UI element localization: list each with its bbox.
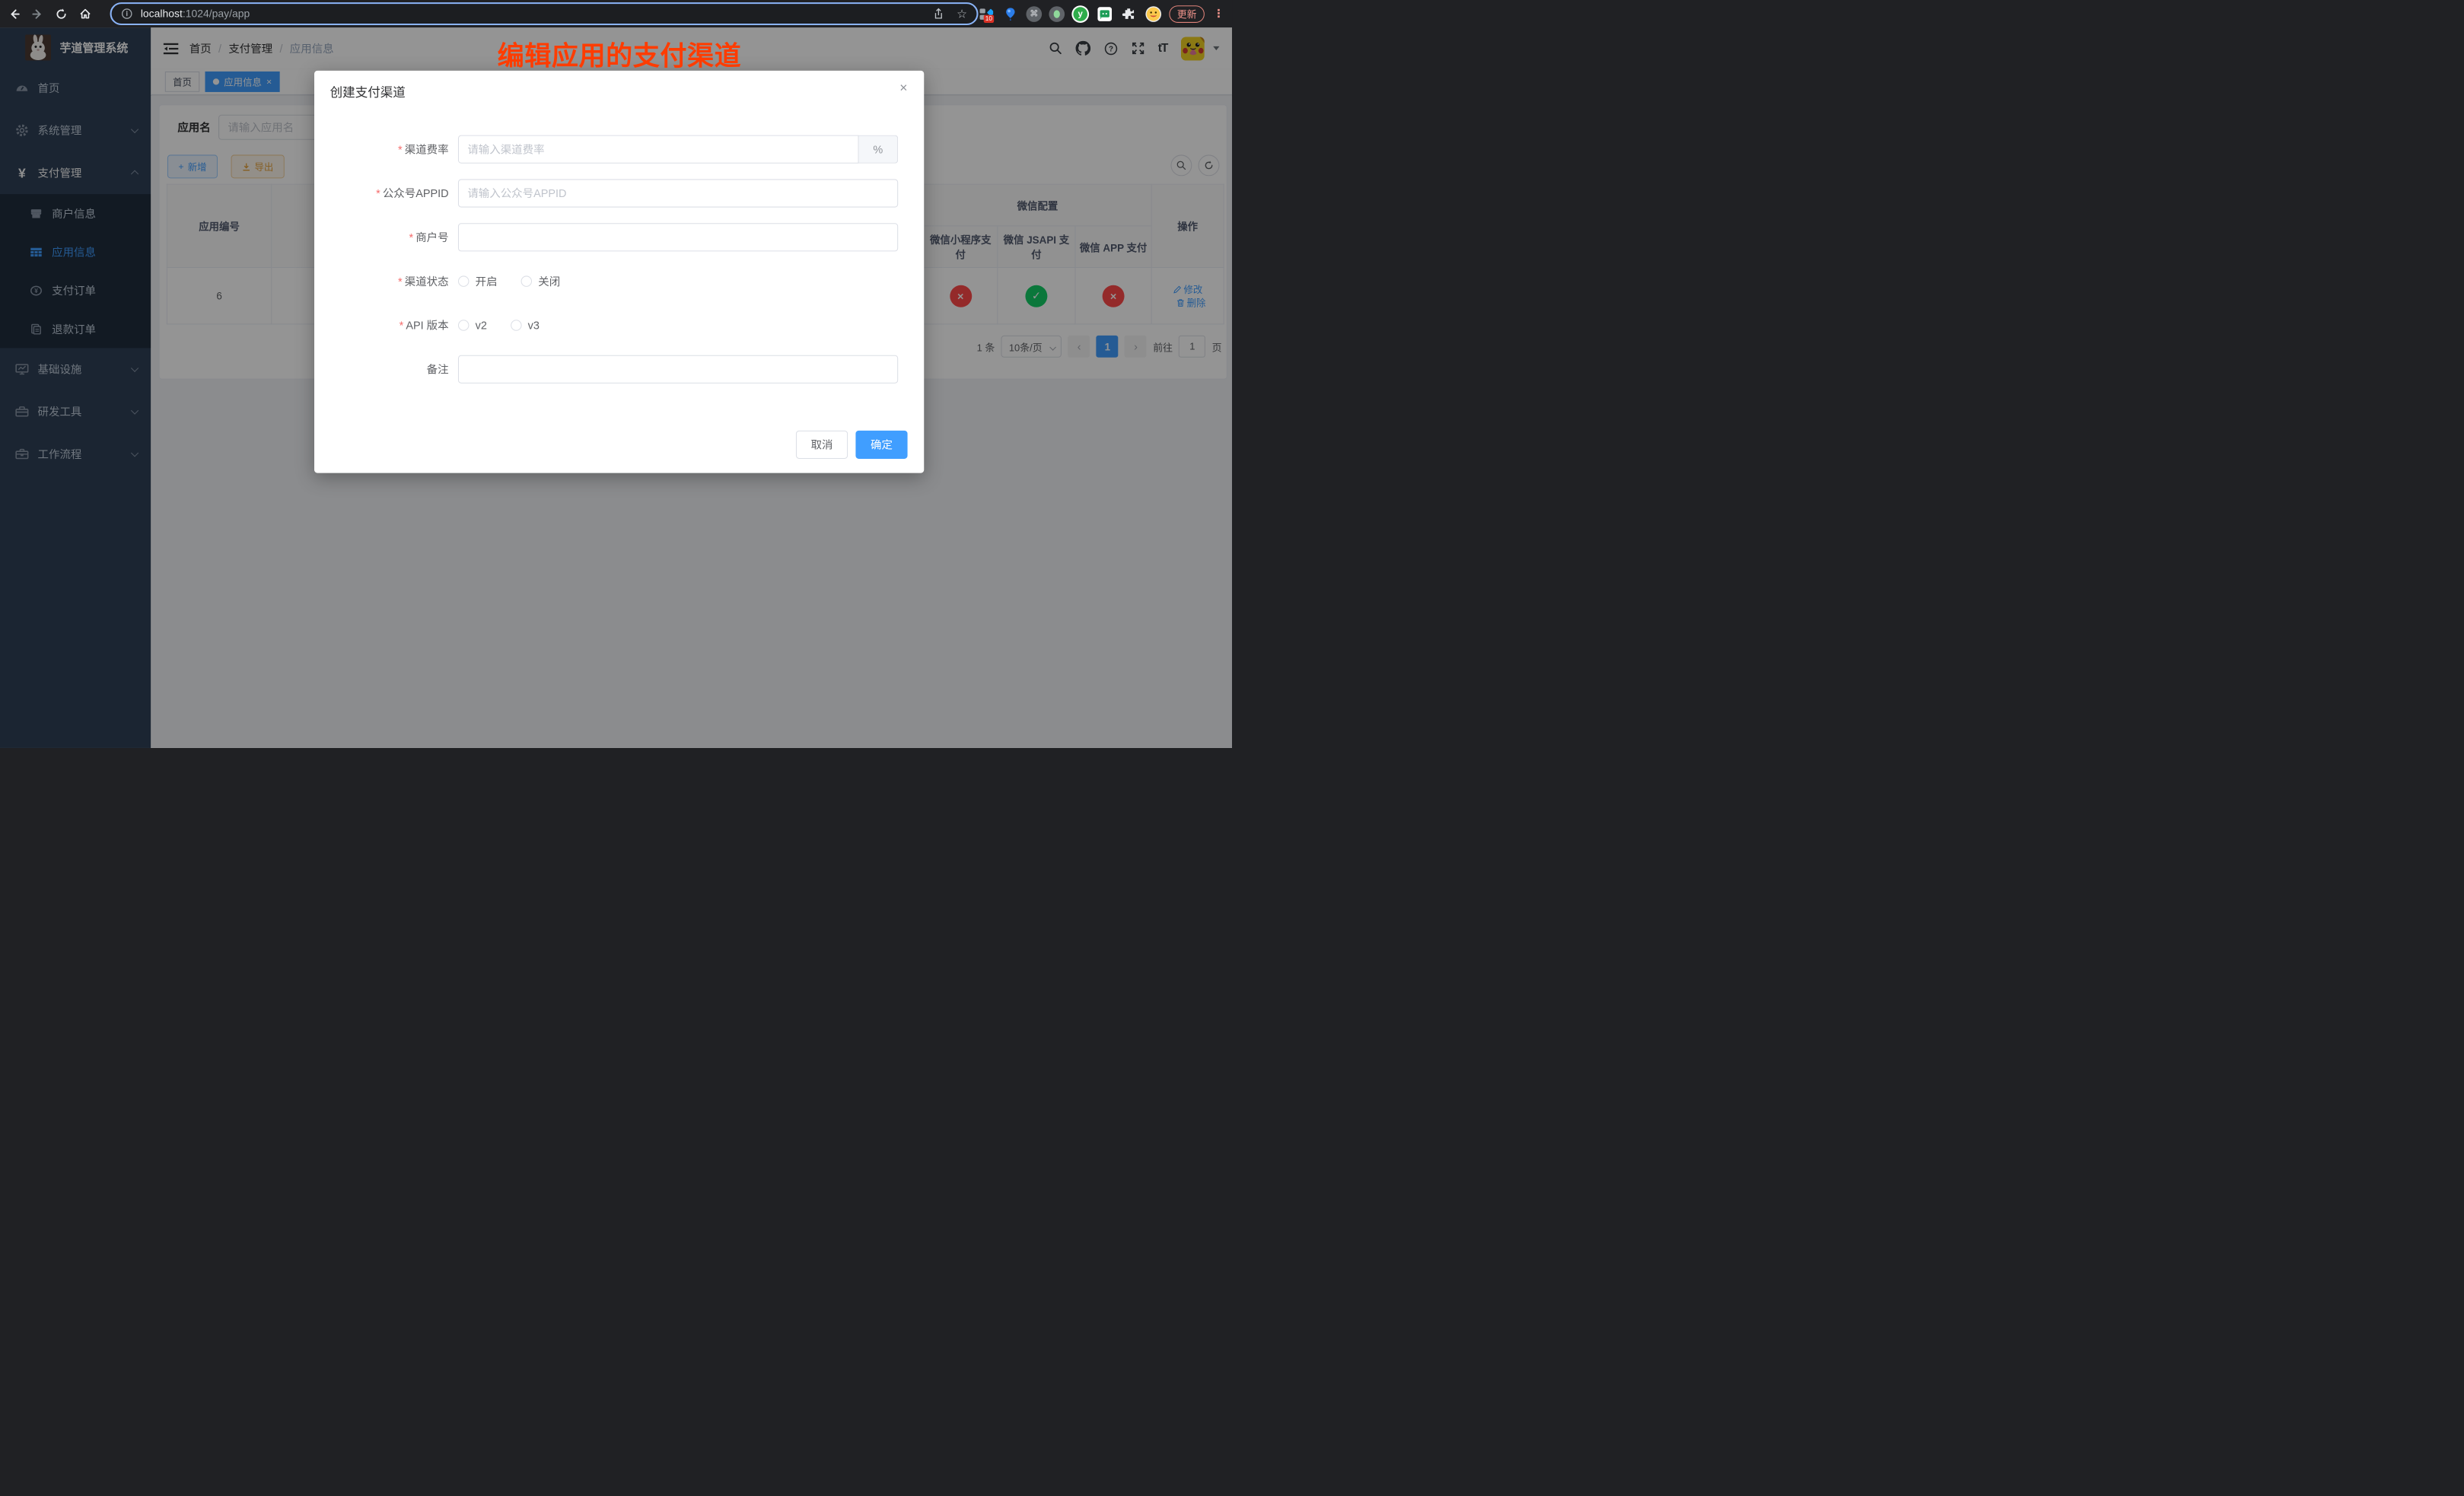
form-row-rate: *渠道费率 % [314,135,924,164]
home-icon[interactable] [75,5,94,24]
form-row-api: *API 版本 v2 v3 [314,311,924,339]
rate-suffix: % [859,135,899,164]
dialog-footer: 取消 确定 [796,431,908,459]
extension-area: 10 ⌘ y 更新 ⋮ [977,0,1225,27]
create-channel-dialog: 创建支付渠道 × *渠道费率 % *公众号APPID *商户号 [314,71,924,473]
screen: localhost:1024/pay/app ☆ 10 ⌘ y [0,0,1232,748]
y-extension-icon[interactable]: y [1071,5,1089,23]
forward-icon[interactable] [28,5,47,24]
cancel-button[interactable]: 取消 [796,431,848,459]
radio-circle-icon [458,275,469,286]
rate-label: *渠道费率 [314,142,458,158]
chat-extension-icon[interactable] [1096,5,1113,23]
site-info-icon[interactable] [121,8,132,19]
api-label: *API 版本 [314,317,458,333]
browser-menu-icon[interactable]: ⋮ [1211,7,1226,21]
back-icon[interactable] [5,5,24,24]
profile-avatar-icon[interactable] [1144,5,1162,23]
api-v3-radio[interactable]: v3 [511,319,540,332]
tab-manager-extension-icon[interactable]: 10 [977,5,995,23]
radio-circle-icon [521,275,532,286]
balloon-extension-icon[interactable] [1001,5,1019,23]
appid-label: *公众号APPID [314,186,458,202]
mch-input[interactable] [458,223,898,251]
form-row-mch: *商户号 [314,223,924,251]
status-on-radio[interactable]: 开启 [458,273,498,289]
status-label: *渠道状态 [314,273,458,289]
appid-input[interactable] [458,179,898,207]
browser-update-button[interactable]: 更新 [1169,5,1204,23]
rate-input[interactable] [458,135,859,164]
required-asterisk: * [398,275,403,288]
annotation-text: 编辑应用的支付渠道 [498,34,742,73]
form-row-appid: *公众号APPID [314,179,924,207]
extensions-puzzle-icon[interactable] [1120,5,1138,23]
extension-badge: 10 [984,14,994,22]
remark-label: 备注 [314,361,458,377]
form-row-remark: 备注 [314,355,924,384]
radio-circle-icon [511,320,521,330]
browser-chrome: localhost:1024/pay/app ☆ 10 ⌘ y [0,0,1232,27]
url-bar[interactable]: localhost:1024/pay/app ☆ [110,2,979,25]
required-asterisk: * [398,143,403,156]
remark-input[interactable] [458,355,898,384]
required-asterisk: * [409,231,413,244]
api-v3-label: v3 [528,319,540,332]
dialog-title: 创建支付渠道 [330,81,406,100]
dialog-close-icon[interactable]: × [896,80,912,96]
command-extension-icon[interactable]: ⌘ [1026,6,1042,22]
url-path: :1024/pay/app [183,8,250,19]
bookmark-star-icon[interactable]: ☆ [957,7,967,21]
reload-icon[interactable] [52,5,71,24]
status-on-label: 开启 [476,273,498,289]
api-v2-label: v2 [476,319,487,332]
status-off-radio[interactable]: 关闭 [521,273,561,289]
mch-label: *商户号 [314,229,458,245]
status-off-label: 关闭 [538,273,560,289]
share-icon[interactable] [932,8,944,19]
confirm-button[interactable]: 确定 [855,431,907,459]
dialog-form: *渠道费率 % *公众号APPID *商户号 [314,135,924,399]
radio-circle-icon [458,320,469,330]
required-asterisk: * [400,319,404,332]
api-v2-radio[interactable]: v2 [458,319,487,332]
form-row-status: *渠道状态 开启 关闭 [314,267,924,295]
recorder-extension-icon[interactable] [1049,6,1065,22]
required-asterisk: * [376,187,380,200]
url-host: localhost [141,8,183,19]
